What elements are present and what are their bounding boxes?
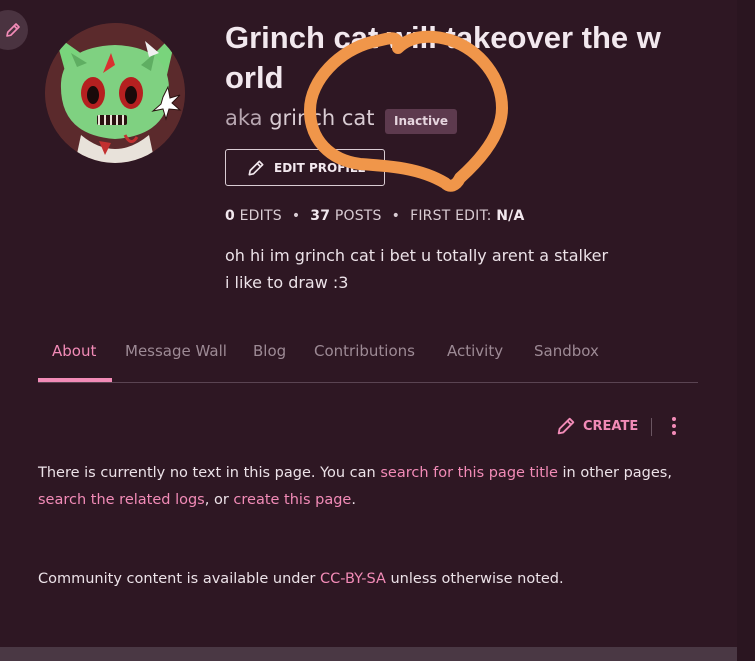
- bottom-bar: [0, 647, 737, 661]
- bio-line: oh hi im grinch cat i bet u totally aren…: [225, 246, 609, 265]
- search-related-logs-link[interactable]: search the related logs: [38, 492, 205, 508]
- scrollbar-track[interactable]: [737, 0, 755, 661]
- edit-profile-button[interactable]: EDIT PROFILE: [225, 149, 385, 186]
- pencil-icon: [557, 417, 575, 435]
- empty-page-notice: There is currently no text in this page.…: [38, 460, 688, 514]
- pencil-icon: [6, 23, 20, 37]
- posts-label[interactable]: POSTS: [335, 208, 382, 224]
- create-button[interactable]: CREATE: [555, 415, 638, 437]
- bio-line: i like to draw :3: [225, 273, 349, 292]
- first-edit-label: FIRST EDIT:: [410, 208, 492, 224]
- aka-name: grinch cat: [269, 106, 375, 130]
- notice-text: .: [351, 492, 356, 508]
- license-text: Community content is available under: [38, 571, 316, 587]
- tab-message-wall[interactable]: Message Wall: [125, 342, 227, 360]
- edits-label[interactable]: EDITS: [240, 208, 282, 224]
- toolbar-divider: [651, 418, 652, 436]
- pencil-icon: [248, 160, 264, 175]
- active-tab-indicator: [38, 378, 112, 382]
- tab-sandbox[interactable]: Sandbox: [534, 342, 599, 360]
- tab-about[interactable]: About: [52, 342, 96, 360]
- status-badge: Inactive: [385, 109, 458, 134]
- page-title: Grinch cat will takeover the w orld: [225, 20, 661, 95]
- profile-tabs: About Message Wall Blog Contributions Ac…: [38, 338, 698, 383]
- create-page-link[interactable]: create this page: [233, 492, 351, 508]
- license-link[interactable]: CC-BY-SA: [320, 571, 386, 587]
- license-text: unless otherwise noted.: [390, 571, 564, 587]
- profile-stats: 0 EDITS • 37 POSTS • FIRST EDIT: N/A: [225, 208, 525, 224]
- edits-count: 0: [225, 208, 235, 224]
- kebab-menu-icon[interactable]: [668, 416, 680, 438]
- avatar: [45, 23, 185, 163]
- create-label: CREATE: [583, 418, 639, 434]
- tab-contributions[interactable]: Contributions: [314, 342, 415, 360]
- tab-blog[interactable]: Blog: [253, 342, 286, 360]
- posts-count: 37: [310, 208, 331, 224]
- notice-text: in other pages,: [562, 465, 672, 481]
- aka-line: aka grinch cat: [225, 106, 375, 130]
- license-notice: Community content is available under CC-…: [38, 568, 688, 590]
- tab-activity[interactable]: Activity: [447, 342, 503, 360]
- notice-text: There is currently no text in this page.…: [38, 465, 376, 481]
- search-page-title-link[interactable]: search for this page title: [380, 465, 558, 481]
- first-edit-value: N/A: [496, 208, 525, 224]
- notice-text: , or: [204, 492, 229, 508]
- edit-profile-label: EDIT PROFILE: [274, 160, 366, 175]
- aka-prefix: aka: [225, 106, 263, 130]
- profile-bio: oh hi im grinch cat i bet u totally aren…: [225, 242, 608, 296]
